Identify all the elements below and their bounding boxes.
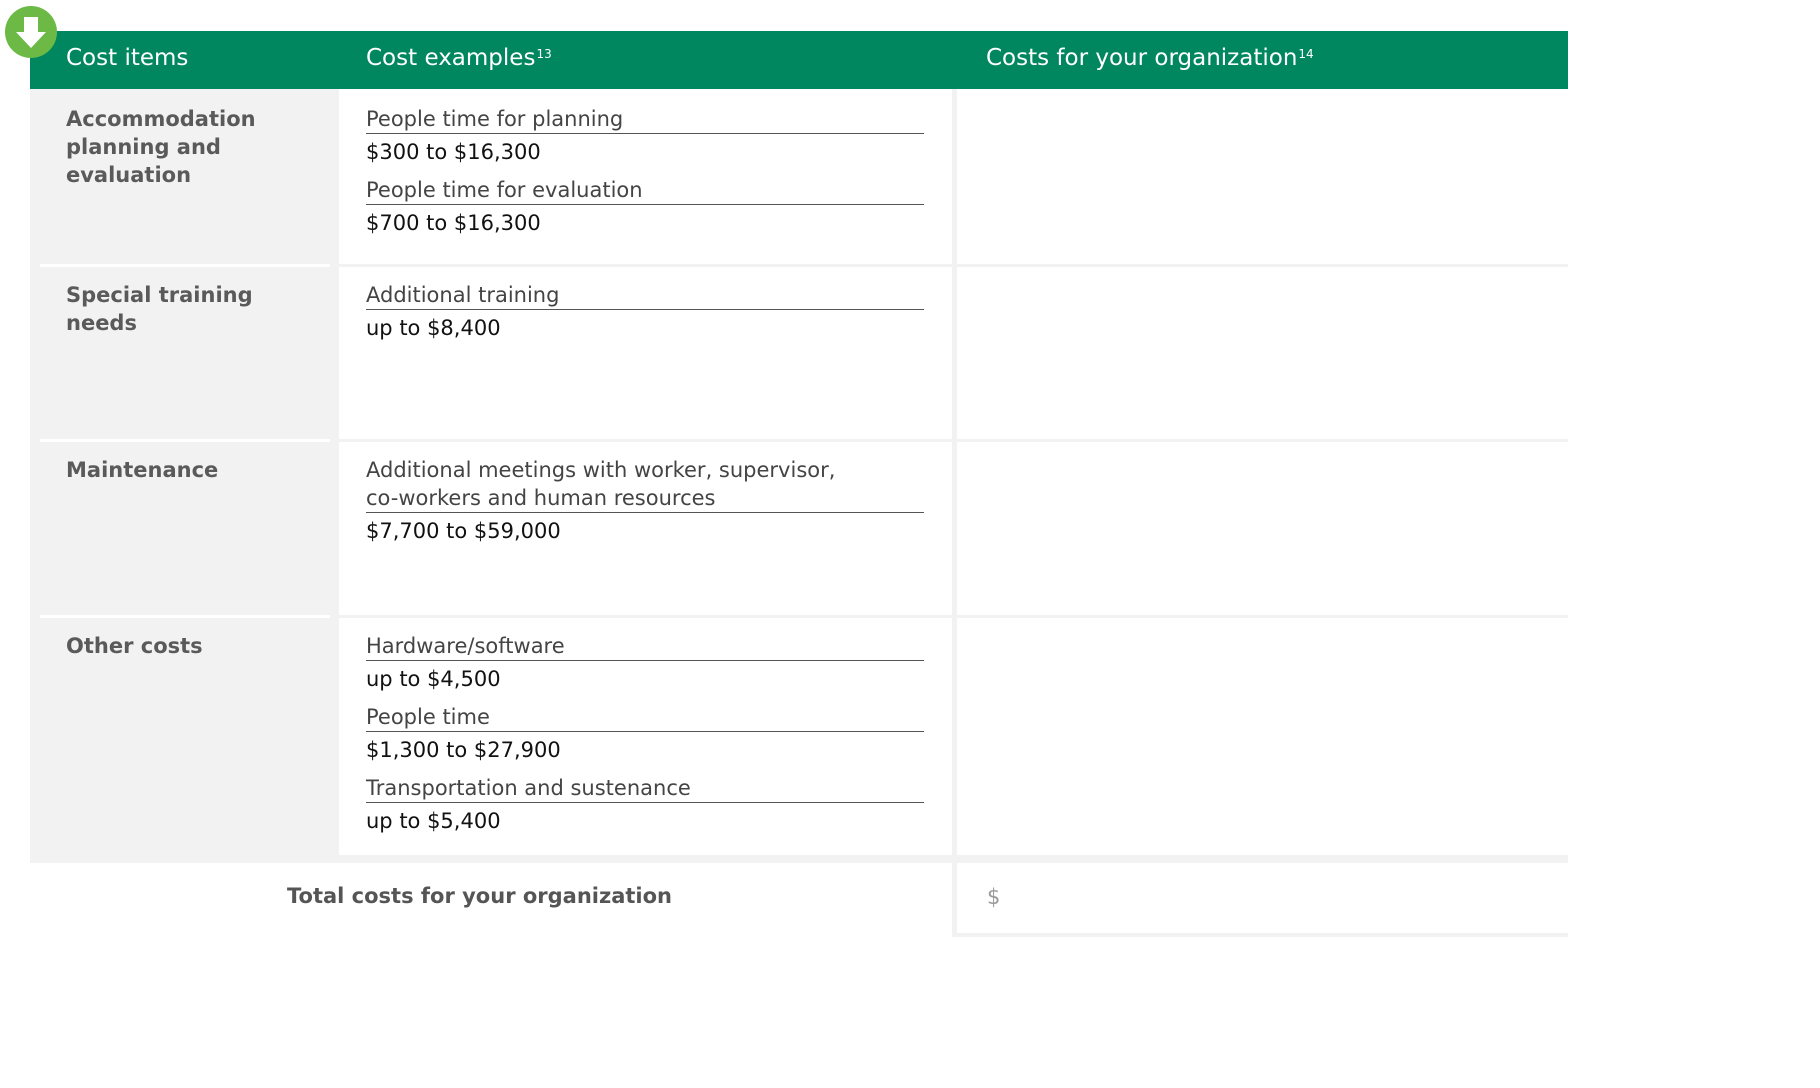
example-label: Additional meetings with worker, supervi… <box>366 456 924 513</box>
example-label: People time <box>366 703 924 732</box>
org-cost-input-other[interactable] <box>957 618 1568 855</box>
header-cost-items: Cost items <box>66 45 189 71</box>
cost-item-other: Other costs <box>66 634 203 658</box>
cost-item-maintenance: Maintenance <box>66 458 219 482</box>
header-cost-examples-text: Cost examples <box>366 45 536 71</box>
total-cost-input[interactable]: $ <box>957 863 1568 937</box>
header-costs-for-org-text: Costs for your organization <box>986 45 1298 71</box>
org-cost-input-training[interactable] <box>957 267 1568 439</box>
row-divider <box>40 264 330 267</box>
row-divider <box>339 615 952 618</box>
currency-symbol: $ <box>987 885 1001 909</box>
table-bottom-band <box>30 855 1568 863</box>
example-label: People time for evaluation <box>366 176 924 205</box>
org-cost-input-accommodation[interactable] <box>957 89 1568 264</box>
download-arrow-icon[interactable] <box>5 6 57 58</box>
example-value: $700 to $16,300 <box>366 211 541 235</box>
row-divider <box>40 439 330 442</box>
row-divider <box>957 439 1568 442</box>
footnote-14: 14 <box>1298 47 1314 61</box>
example-value: up to $4,500 <box>366 667 501 691</box>
row-divider <box>957 264 1568 267</box>
example-label: Additional training <box>366 281 924 310</box>
cost-worksheet: Cost items Cost examples13 Costs for you… <box>0 0 1568 940</box>
example-value: $300 to $16,300 <box>366 140 541 164</box>
header-cost-examples: Cost examples13 <box>366 45 552 71</box>
row-divider <box>339 439 952 442</box>
example-value: up to $8,400 <box>366 316 501 340</box>
example-label: Hardware/software <box>366 632 924 661</box>
org-cost-input-maintenance[interactable] <box>957 442 1568 615</box>
row-divider <box>40 615 330 618</box>
column-gap <box>330 89 339 863</box>
example-value: up to $5,400 <box>366 809 501 833</box>
table-header: Cost items Cost examples13 Costs for you… <box>30 31 1568 89</box>
footnote-13: 13 <box>536 47 552 61</box>
example-label: People time for planning <box>366 105 924 134</box>
row-divider <box>957 615 1568 618</box>
example-value: $1,300 to $27,900 <box>366 738 561 762</box>
example-value: $7,700 to $59,000 <box>366 519 561 543</box>
total-label: Total costs for your organization <box>286 884 672 908</box>
example-label: Transportation and sustenance <box>366 774 924 803</box>
cost-item-training: Special training needs <box>66 283 253 335</box>
row-divider <box>339 264 952 267</box>
header-costs-for-org: Costs for your organization14 <box>986 45 1314 71</box>
cost-item-accommodation: Accommodation planning and evaluation <box>66 107 256 187</box>
